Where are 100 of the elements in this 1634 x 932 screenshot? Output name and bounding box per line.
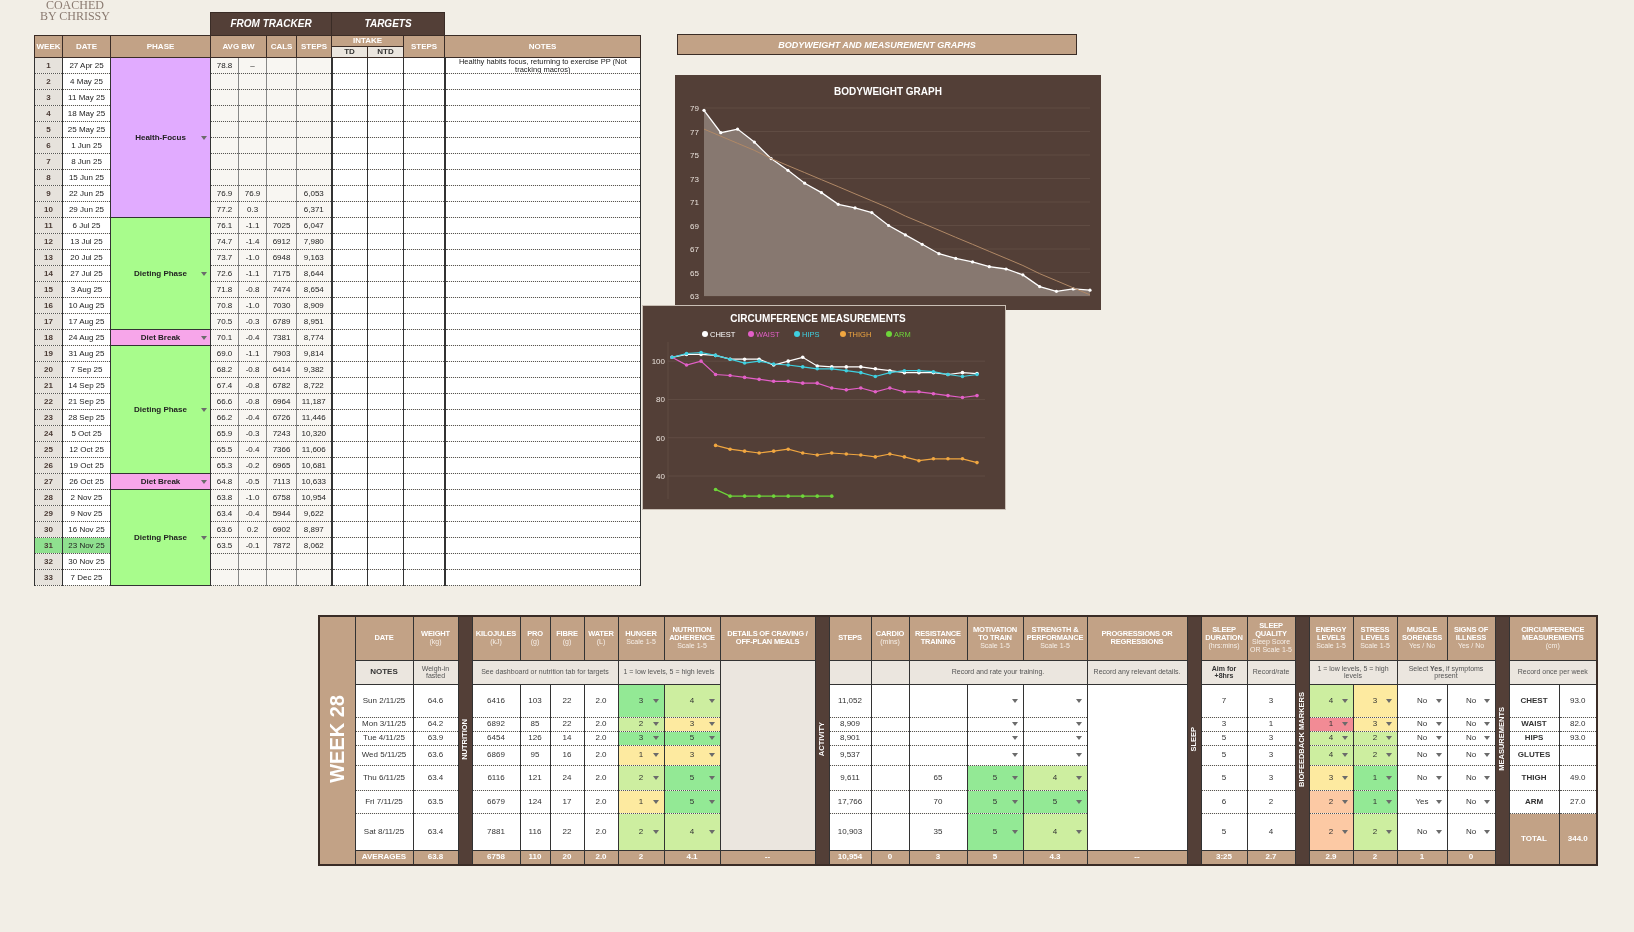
rating-dropdown[interactable]: 2	[1309, 790, 1353, 813]
rating-dropdown[interactable]: 1	[1309, 717, 1353, 731]
rating-dropdown[interactable]: 1	[618, 745, 664, 765]
dropdown-field[interactable]: No	[1447, 731, 1495, 745]
caret-icon	[708, 799, 715, 804]
week-number: 13	[34, 249, 63, 266]
dropdown-field[interactable]	[1023, 745, 1087, 765]
rating-dropdown[interactable]: 4	[1023, 765, 1087, 790]
caret-icon	[1075, 736, 1082, 740]
rating-dropdown[interactable]: 1	[618, 790, 664, 813]
table-cell: -0.4	[238, 441, 267, 458]
rating-dropdown[interactable]: 3	[664, 717, 720, 731]
table-cell: 27 Jul 25	[62, 265, 111, 282]
rating-dropdown[interactable]: 2	[1309, 813, 1353, 850]
dropdown-field[interactable]: No	[1397, 684, 1447, 717]
week-number: 20	[34, 361, 63, 378]
phase-dropdown[interactable]: Dieting Phase	[110, 345, 211, 474]
rating-dropdown[interactable]: 3	[1309, 765, 1353, 790]
table-cell: 5	[1201, 813, 1247, 850]
rating-dropdown[interactable]: 4	[1023, 813, 1087, 850]
rating-dropdown[interactable]: 2	[618, 765, 664, 790]
table-cell: 2.0	[584, 813, 618, 850]
rating-dropdown[interactable]: 5	[664, 765, 720, 790]
rating-dropdown[interactable]: 4	[664, 813, 720, 850]
caret-icon	[652, 736, 659, 740]
phase-dropdown[interactable]: Dieting Phase	[110, 489, 211, 586]
table-cell: 63.6	[210, 521, 239, 538]
dropdown-field[interactable]: No	[1447, 745, 1495, 765]
table-cell: -0.1	[238, 537, 267, 554]
table-cell: 3	[1247, 731, 1295, 745]
dropdown-field[interactable]: No	[1447, 684, 1495, 717]
column-header: NTD	[367, 46, 404, 58]
dropdown-field[interactable]: No	[1397, 731, 1447, 745]
table-cell: 17,766	[829, 790, 871, 813]
table-cell: 76.1	[210, 217, 239, 234]
table-cell: 3	[1247, 765, 1295, 790]
phase-dropdown[interactable]: Health-Focus	[110, 57, 211, 218]
rating-dropdown[interactable]: 3	[1353, 717, 1397, 731]
table-cell: -1.0	[238, 489, 267, 506]
rating-dropdown[interactable]: 2	[1353, 731, 1397, 745]
rating-dropdown[interactable]: 5	[1023, 790, 1087, 813]
rating-dropdown[interactable]: 3	[664, 745, 720, 765]
dropdown-field[interactable]: No	[1447, 813, 1495, 850]
rating-dropdown[interactable]: 1	[1353, 765, 1397, 790]
dropdown-field[interactable]	[1023, 717, 1087, 731]
table-cell: -1.0	[238, 249, 267, 266]
table-cell: 12 Oct 25	[62, 441, 111, 458]
rating-dropdown[interactable]: 4	[1309, 731, 1353, 745]
dropdown-field[interactable]	[1023, 731, 1087, 745]
rating-dropdown[interactable]: 3	[618, 731, 664, 745]
dropdown-field[interactable]: No	[1397, 765, 1447, 790]
phase-dropdown[interactable]: Dieting Phase	[110, 217, 211, 330]
average-cell: 4.1	[664, 850, 720, 865]
average-cell: 4.3	[1023, 850, 1087, 865]
table-cell: 9 Nov 25	[62, 505, 111, 522]
rating-dropdown[interactable]: 4	[664, 684, 720, 717]
row-label: GLUTES	[1509, 745, 1559, 765]
rating-dropdown[interactable]: 4	[1309, 745, 1353, 765]
dropdown-field[interactable]	[1023, 684, 1087, 717]
dropdown-field[interactable]	[967, 717, 1023, 731]
rating-dropdown[interactable]: 2	[618, 813, 664, 850]
dropdown-field[interactable]: No	[1397, 813, 1447, 850]
chart-title: BODYWEIGHT GRAPH	[834, 86, 942, 97]
rating-dropdown[interactable]: 3	[1353, 684, 1397, 717]
dropdown-field[interactable]: No	[1397, 717, 1447, 731]
table-cell: 3	[1247, 745, 1295, 765]
table-cell: 3	[1201, 717, 1247, 731]
rating-dropdown[interactable]: 5	[967, 790, 1023, 813]
dropdown-field[interactable]: No	[1447, 790, 1495, 813]
dropdown-field[interactable]: No	[1447, 765, 1495, 790]
table-cell: 2.0	[584, 765, 618, 790]
table-cell: 7381	[266, 329, 297, 346]
table-cell: Mon 3/11/25	[355, 717, 413, 731]
caret-icon	[1385, 736, 1392, 740]
rating-dropdown[interactable]: 5	[967, 765, 1023, 790]
dropdown-field[interactable]: No	[1447, 717, 1495, 731]
dropdown-field[interactable]	[967, 684, 1023, 717]
rating-dropdown[interactable]: 2	[1353, 813, 1397, 850]
table-cell: -0.8	[238, 281, 267, 298]
dropdown-field[interactable]: Yes	[1397, 790, 1447, 813]
table-cell: 2	[1247, 790, 1295, 813]
rating-dropdown[interactable]: 5	[664, 731, 720, 745]
table-cell: 121	[520, 765, 550, 790]
table-cell: 6789	[266, 313, 297, 330]
dropdown-field[interactable]	[967, 745, 1023, 765]
dropdown-field[interactable]: No	[1397, 745, 1447, 765]
rating-dropdown[interactable]: 2	[618, 717, 664, 731]
rating-dropdown[interactable]: 1	[1353, 790, 1397, 813]
week-number: 17	[34, 313, 63, 330]
rating-dropdown[interactable]: 5	[664, 790, 720, 813]
table-cell: 7175	[266, 265, 297, 282]
caret-icon	[1483, 799, 1490, 804]
rating-dropdown[interactable]: 2	[1353, 745, 1397, 765]
axis-label: 40	[656, 472, 665, 481]
caret-icon	[1385, 799, 1392, 804]
rating-dropdown[interactable]: 5	[967, 813, 1023, 850]
rating-dropdown[interactable]: 3	[618, 684, 664, 717]
dropdown-field[interactable]	[967, 731, 1023, 745]
table-cell: 29 Jun 25	[62, 201, 111, 218]
rating-dropdown[interactable]: 4	[1309, 684, 1353, 717]
